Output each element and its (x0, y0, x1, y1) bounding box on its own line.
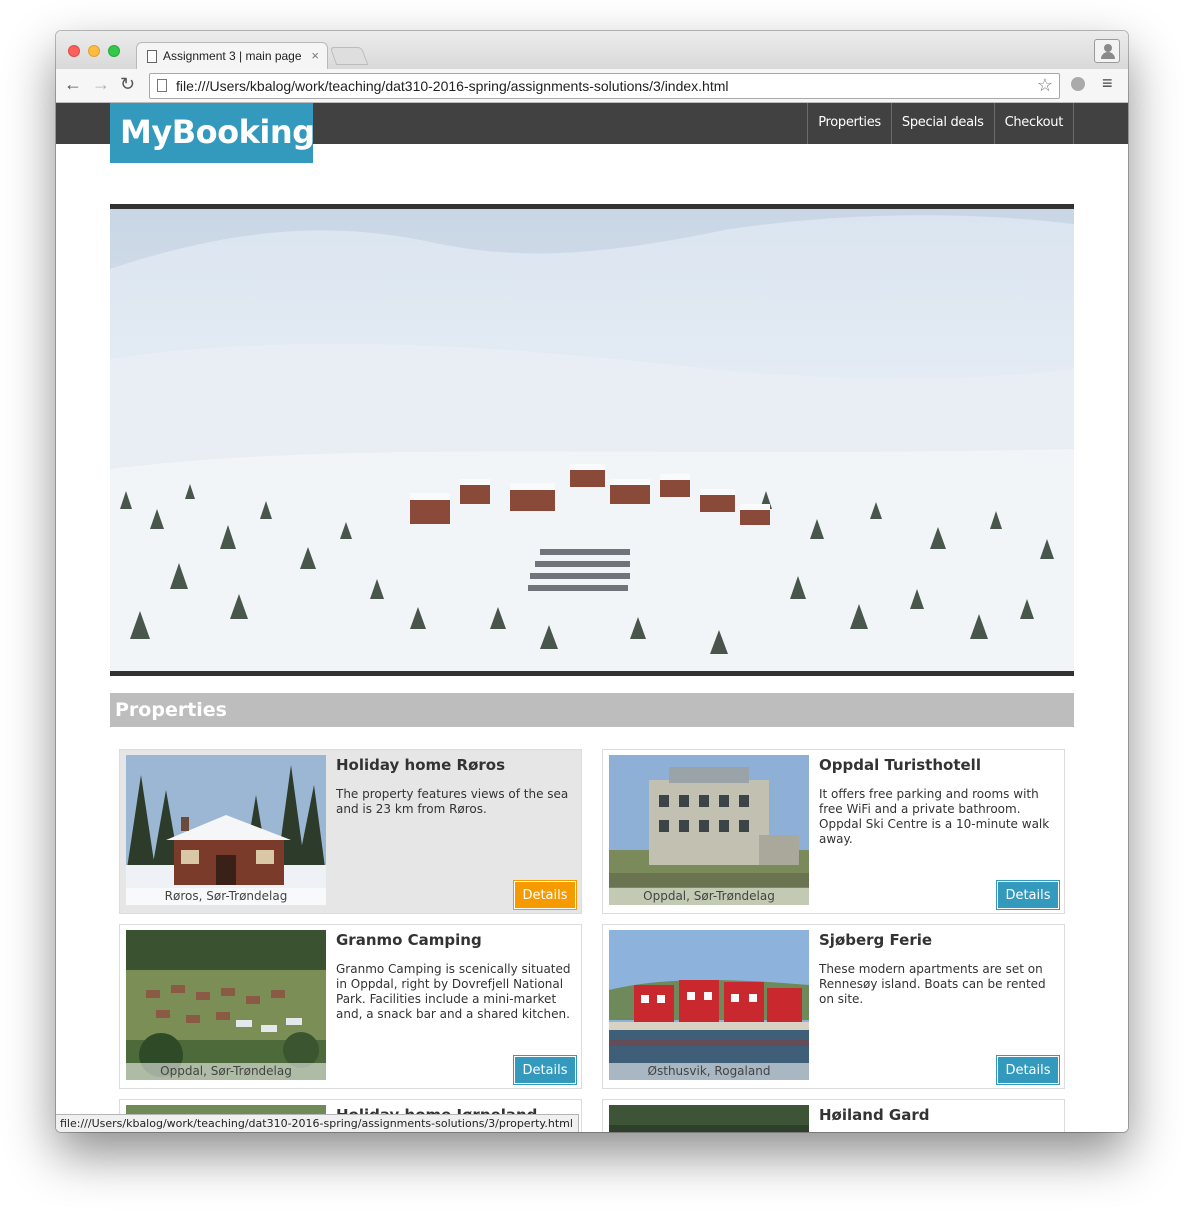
new-tab-button[interactable] (329, 47, 369, 65)
hotel-photo: Oppdal, Sør-Trøndelag (609, 755, 809, 905)
page-icon (157, 79, 167, 92)
reload-icon[interactable]: ↻ (120, 74, 135, 95)
site-header: MyBooking Properties Special deals Check… (56, 103, 1128, 163)
tab-title: Assignment 3 | main page (163, 49, 302, 63)
property-card[interactable]: Oppdal, Sør-Trøndelag Oppdal Turisthotel… (602, 749, 1065, 914)
camping-photo: Oppdal, Sør-Trøndelag (126, 930, 326, 1080)
details-button[interactable]: Details (996, 1055, 1060, 1085)
harbour-photo: Østhusvik, Rogaland (609, 930, 809, 1080)
property-title[interactable]: Granmo Camping (336, 931, 482, 949)
property-title[interactable]: Høiland Gard (819, 1106, 929, 1124)
property-location: Oppdal, Sør-Trøndelag (126, 1063, 326, 1080)
cabin-photo: Røros, Sør-Trøndelag (126, 755, 326, 905)
menu-icon[interactable]: ≡ (1102, 73, 1113, 94)
bookmark-star-icon[interactable]: ☆ (1037, 75, 1053, 96)
nav-link-special-deals[interactable]: Special deals (892, 103, 995, 144)
page-viewport: MyBooking Properties Special deals Check… (56, 103, 1128, 1132)
farm-photo (609, 1105, 809, 1132)
section-title-properties: Properties (110, 693, 1074, 727)
browser-toolbar: ← → ↻ file:///Users/kbalog/work/teaching… (56, 69, 1128, 103)
property-location: Østhusvik, Rogaland (609, 1063, 809, 1080)
property-title[interactable]: Holiday home Røros (336, 756, 505, 774)
hero-banner-image (110, 204, 1074, 676)
browser-tab-active[interactable]: Assignment 3 | main page × (136, 42, 328, 69)
status-bar-url: file:///Users/kbalog/work/teaching/dat31… (56, 1114, 579, 1132)
property-description: The property features views of the sea a… (336, 787, 569, 816)
site-nav: Properties Special deals Checkout (807, 103, 1074, 144)
property-card[interactable]: Oppdal, Sør-Trøndelag Granmo Camping Gra… (119, 924, 582, 1089)
back-arrow-icon[interactable]: ← (64, 74, 82, 95)
profile-button[interactable] (1094, 39, 1120, 63)
property-description: These modern apartments are set on Renne… (819, 962, 1046, 1006)
nav-link-properties[interactable]: Properties (808, 103, 892, 144)
details-button[interactable]: Details (513, 1055, 577, 1085)
details-button[interactable]: Details (513, 880, 577, 910)
browser-window: Assignment 3 | main page × ← → ↻ file://… (56, 31, 1128, 1132)
tab-close-icon[interactable]: × (311, 48, 319, 63)
property-location: Røros, Sør-Trøndelag (126, 888, 326, 905)
property-card[interactable]: Høiland Gard (602, 1099, 1065, 1132)
property-location: Oppdal, Sør-Trøndelag (609, 888, 809, 905)
details-button[interactable]: Details (996, 880, 1060, 910)
property-title[interactable]: Oppdal Turisthotell (819, 756, 981, 774)
forward-arrow-icon[interactable]: → (92, 74, 110, 95)
address-bar-url: file:///Users/kbalog/work/teaching/dat31… (176, 78, 729, 94)
property-description: It offers free parking and rooms with fr… (819, 787, 1050, 846)
nav-link-checkout[interactable]: Checkout (995, 103, 1074, 144)
property-description: Granmo Camping is scenically situated in… (336, 962, 571, 1021)
person-icon (1104, 44, 1112, 52)
page-icon (147, 50, 157, 63)
close-window-button[interactable] (68, 45, 80, 57)
extension-icon[interactable] (1071, 77, 1085, 91)
site-logo[interactable]: MyBooking (110, 103, 315, 163)
property-title[interactable]: Sjøberg Ferie (819, 931, 932, 949)
minimize-window-button[interactable] (88, 45, 100, 57)
property-card[interactable]: Røros, Sør-Trøndelag Holiday home Røros … (119, 749, 582, 914)
address-bar[interactable]: file:///Users/kbalog/work/teaching/dat31… (149, 73, 1060, 99)
person-icon-body (1101, 52, 1115, 59)
title-bar: Assignment 3 | main page × (56, 31, 1128, 69)
zoom-window-button[interactable] (108, 45, 120, 57)
property-card[interactable]: Østhusvik, Rogaland Sjøberg Ferie These … (602, 924, 1065, 1089)
